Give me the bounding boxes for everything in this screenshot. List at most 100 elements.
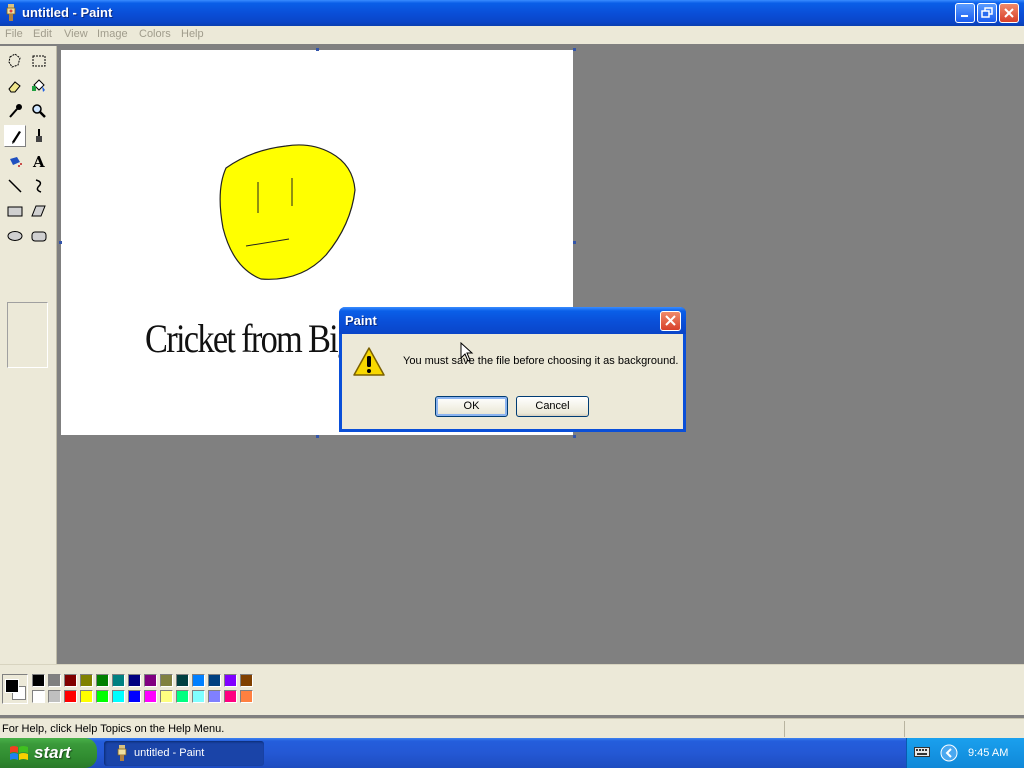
palette-color-swatch[interactable] bbox=[48, 690, 61, 703]
close-icon bbox=[1004, 8, 1014, 18]
palette-color-swatch[interactable] bbox=[144, 690, 157, 703]
eraser-icon bbox=[8, 81, 21, 93]
canvas-handle-top[interactable] bbox=[316, 48, 319, 51]
menu-bar: File Edit View Image Colors Help bbox=[0, 26, 1024, 44]
status-divider bbox=[784, 721, 785, 737]
palette-color-swatch[interactable] bbox=[112, 690, 125, 703]
airbrush-icon bbox=[10, 157, 22, 167]
rectangle-select-tool[interactable] bbox=[28, 50, 50, 72]
magnifier-icon bbox=[32, 104, 46, 118]
menu-help[interactable]: Help bbox=[181, 28, 204, 40]
palette-color-swatch[interactable] bbox=[192, 674, 205, 687]
dialog-close-button[interactable] bbox=[660, 311, 681, 331]
dialog-title-bar[interactable] bbox=[339, 307, 686, 334]
curve-tool[interactable] bbox=[28, 175, 50, 197]
free-form-select-tool[interactable] bbox=[4, 50, 26, 72]
palette-color-swatch[interactable] bbox=[192, 690, 205, 703]
paint-app-icon bbox=[117, 745, 127, 761]
text-tool[interactable]: A bbox=[28, 150, 50, 172]
menu-colors[interactable]: Colors bbox=[139, 28, 171, 40]
canvas-handle-right[interactable] bbox=[573, 241, 576, 244]
rectangle-select-icon bbox=[32, 55, 46, 67]
palette-color-swatch[interactable] bbox=[80, 690, 93, 703]
paint-app-icon bbox=[6, 4, 16, 21]
palette-color-swatch[interactable] bbox=[224, 690, 237, 703]
window-title: untitled - Paint bbox=[22, 5, 113, 20]
dialog-title: Paint bbox=[345, 313, 377, 328]
window-title-bar[interactable]: untitled - Paint bbox=[0, 0, 1024, 26]
show-hidden-icons-icon[interactable] bbox=[940, 744, 958, 762]
palette-color-swatch[interactable] bbox=[176, 690, 189, 703]
menu-view[interactable]: View bbox=[64, 28, 88, 40]
close-icon bbox=[665, 315, 676, 326]
ellipse-tool[interactable] bbox=[4, 225, 26, 247]
rounded-rectangle-tool[interactable] bbox=[28, 225, 50, 247]
svg-text:A: A bbox=[32, 153, 45, 169]
restore-icon bbox=[981, 7, 993, 18]
ok-button[interactable]: OK bbox=[435, 396, 508, 417]
palette-color-swatch[interactable] bbox=[80, 674, 93, 687]
ellipse-icon bbox=[7, 231, 23, 241]
palette-color-swatch[interactable] bbox=[112, 674, 125, 687]
magnifier-tool[interactable] bbox=[28, 100, 50, 122]
color-picker-tool[interactable] bbox=[4, 100, 26, 122]
palette-color-swatch[interactable] bbox=[128, 674, 141, 687]
line-tool[interactable] bbox=[4, 175, 26, 197]
palette-color-swatch[interactable] bbox=[96, 674, 109, 687]
palette-color-swatch[interactable] bbox=[32, 674, 45, 687]
menu-image[interactable]: Image bbox=[97, 28, 128, 40]
palette-color-swatch[interactable] bbox=[64, 674, 77, 687]
pencil-tool[interactable] bbox=[4, 125, 26, 147]
palette-color-swatch[interactable] bbox=[208, 690, 221, 703]
eraser-tool[interactable] bbox=[4, 75, 26, 97]
canvas-drawn-text: Cricket from Big bbox=[145, 316, 354, 361]
palette-color-swatch[interactable] bbox=[64, 690, 77, 703]
palette-color-swatch[interactable] bbox=[224, 674, 237, 687]
dialog-message: You must save the file before choosing i… bbox=[403, 355, 679, 367]
rounded-rectangle-icon bbox=[31, 231, 47, 242]
palette-color-swatch[interactable] bbox=[128, 690, 141, 703]
minimize-button[interactable] bbox=[955, 3, 975, 23]
status-help-text: For Help, click Help Topics on the Help … bbox=[2, 723, 225, 735]
warning-icon bbox=[353, 347, 385, 376]
canvas-handle-bottom-right[interactable] bbox=[573, 435, 576, 438]
eyedropper-icon bbox=[9, 104, 22, 118]
pencil-icon bbox=[12, 131, 21, 144]
text-a-icon: A bbox=[32, 153, 45, 169]
palette-color-swatch[interactable] bbox=[176, 674, 189, 687]
palette-color-swatch[interactable] bbox=[96, 690, 109, 703]
polygon-icon bbox=[31, 205, 46, 217]
foreground-color-swatch[interactable] bbox=[5, 679, 19, 693]
toolbox: A bbox=[0, 46, 57, 664]
curve-icon bbox=[35, 179, 42, 193]
palette-color-swatch[interactable] bbox=[32, 690, 45, 703]
menu-file[interactable]: File bbox=[5, 28, 23, 40]
canvas-handle-bottom[interactable] bbox=[316, 435, 319, 438]
canvas-handle-left[interactable] bbox=[59, 241, 62, 244]
rectangle-tool[interactable] bbox=[4, 200, 26, 222]
brush-icon bbox=[36, 129, 42, 142]
taskbar-item-label: untitled - Paint bbox=[134, 747, 205, 759]
close-button[interactable] bbox=[999, 3, 1019, 23]
keyboard-icon[interactable] bbox=[914, 746, 930, 758]
cancel-button[interactable]: Cancel bbox=[516, 396, 589, 417]
canvas-handle-top-right[interactable] bbox=[573, 48, 576, 51]
palette-color-swatch[interactable] bbox=[240, 674, 253, 687]
palette-color-swatch[interactable] bbox=[240, 690, 253, 703]
restore-button[interactable] bbox=[977, 3, 997, 23]
palette-color-swatch[interactable] bbox=[208, 674, 221, 687]
palette-color-swatch[interactable] bbox=[144, 674, 157, 687]
airbrush-tool[interactable] bbox=[4, 150, 26, 172]
status-bar: For Help, click Help Topics on the Help … bbox=[0, 718, 1024, 739]
free-form-select-icon bbox=[8, 53, 21, 68]
polygon-tool[interactable] bbox=[28, 200, 50, 222]
palette-color-swatch[interactable] bbox=[48, 674, 61, 687]
minimize-icon bbox=[961, 15, 968, 17]
brush-tool[interactable] bbox=[28, 125, 50, 147]
palette-color-swatch[interactable] bbox=[160, 690, 173, 703]
fill-bucket-tool[interactable] bbox=[28, 75, 50, 97]
menu-edit[interactable]: Edit bbox=[33, 28, 52, 40]
tool-options-box[interactable] bbox=[7, 302, 48, 368]
palette-color-swatch[interactable] bbox=[160, 674, 173, 687]
windows-logo-icon bbox=[10, 746, 28, 760]
